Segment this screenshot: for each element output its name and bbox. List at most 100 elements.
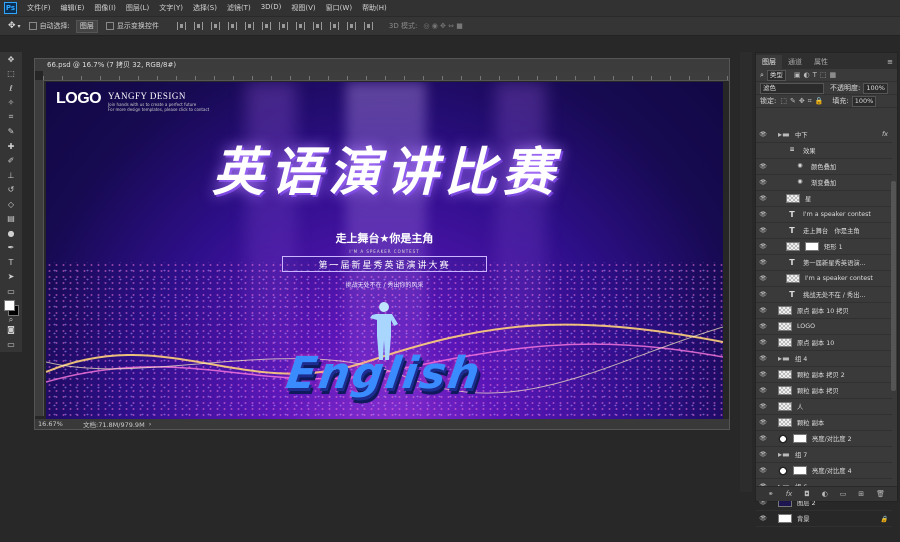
layer-row[interactable]: 👁 ▸▬ 组 4 [756, 351, 892, 367]
layer-row[interactable]: 👁 亮度/对比度 4 [756, 463, 892, 479]
visibility-eye-icon[interactable]: 👁 [756, 243, 770, 250]
menu-item[interactable]: 滤镜(T) [222, 3, 256, 13]
lock-icons[interactable]: ⬚✎✥⌗🔒 [780, 97, 826, 106]
foreground-color-swatch[interactable] [4, 300, 15, 311]
visibility-eye-icon[interactable]: 👁 [756, 195, 770, 202]
visibility-eye-icon[interactable]: 👁 [756, 355, 770, 362]
visibility-eye-icon[interactable]: 👁 [756, 467, 770, 474]
layer-mask-thumbnail[interactable] [793, 434, 807, 443]
align-vcenter-icon[interactable] [193, 22, 203, 30]
stamp-tool-icon[interactable]: ⊥ [0, 168, 22, 183]
align-hcenter-icon[interactable] [244, 22, 254, 30]
fx-icon[interactable]: fx [786, 490, 793, 498]
visibility-eye-icon[interactable]: 👁 [756, 211, 770, 218]
marquee-tool-icon[interactable]: ⬚ [0, 67, 22, 82]
opacity-input[interactable]: 100% [863, 82, 888, 94]
visibility-eye-icon[interactable]: 👁 [756, 403, 770, 410]
distribute-top-icon[interactable] [278, 22, 288, 30]
layer-row[interactable]: 👁 ◉ 渐变叠加 [756, 175, 892, 191]
adjustment-icon[interactable]: ◐ [822, 490, 828, 498]
visibility-eye-icon[interactable]: 👁 [756, 339, 770, 346]
visibility-eye-icon[interactable]: 👁 [756, 275, 770, 282]
visibility-eye-icon[interactable]: 👁 [756, 179, 770, 186]
align-top-icon[interactable] [176, 22, 186, 30]
menu-item[interactable]: 图像(I) [89, 3, 121, 13]
menu-item[interactable]: 文件(F) [22, 3, 56, 13]
visibility-eye-icon[interactable]: 👁 [756, 131, 770, 138]
layer-row[interactable]: 👁 T I'm a speaker contest [756, 207, 892, 223]
dodge-tool-icon[interactable]: ● [0, 226, 22, 241]
show-transform-checkbox[interactable] [105, 22, 114, 30]
layer-row[interactable]: 👁 T 走上舞台 你是主角 [756, 223, 892, 239]
group-icon[interactable]: ▭ [840, 490, 847, 498]
layer-row[interactable]: 👁 亮度/对比度 2 [756, 431, 892, 447]
visibility-eye-icon[interactable]: 👁 [756, 291, 770, 298]
trash-icon[interactable]: 🗑 [876, 490, 885, 498]
filter-kind-dropdown[interactable]: 类型 [766, 69, 786, 81]
visibility-eye-icon[interactable]: 👁 [756, 451, 770, 458]
align-bottom-icon[interactable] [210, 22, 220, 30]
menu-item[interactable]: 帮助(H) [357, 3, 392, 13]
distribute-left-icon[interactable] [329, 22, 339, 30]
distribute-vcenter-icon[interactable] [295, 22, 305, 30]
panel-menu-icon[interactable]: ≡ [887, 58, 893, 69]
visibility-eye-icon[interactable]: 👁 [756, 259, 770, 266]
distribute-hcenter-icon[interactable] [346, 22, 356, 30]
rectangle-tool-icon[interactable]: ▭ [0, 284, 22, 299]
mask-icon[interactable]: ◘ [804, 490, 810, 498]
tool-preset-chevron-icon[interactable]: ▾ [18, 23, 21, 30]
visibility-eye-icon[interactable]: 👁 [756, 163, 770, 170]
visibility-eye-icon[interactable]: 👁 [756, 227, 770, 234]
gradient-tool-icon[interactable]: ▤ [0, 212, 22, 227]
3d-orbit-icon[interactable]: ◎ ◉ ✥ ⇔ ■ [423, 22, 462, 30]
layer-row[interactable]: 👁 ▸▬ 中下 fx [756, 127, 892, 143]
auto-select-dropdown[interactable]: 图层 [75, 19, 98, 33]
visibility-eye-icon[interactable]: 👁 [756, 323, 770, 330]
canvas[interactable]: LOGO YANGFY DESIGN Join hands with us to… [46, 82, 723, 421]
tab-layers[interactable]: 图层 [756, 55, 782, 69]
layer-mask-thumbnail[interactable] [793, 466, 807, 475]
brush-tool-icon[interactable]: ✐ [0, 154, 22, 169]
layers-scrollbar[interactable] [891, 181, 896, 391]
layer-row[interactable]: 👁 I'm a speaker contest [756, 271, 892, 287]
menu-item[interactable]: 窗口(W) [321, 3, 357, 13]
path-select-tool-icon[interactable]: ➤ [0, 270, 22, 285]
history-brush-tool-icon[interactable]: ↺ [0, 183, 22, 198]
visibility-eye-icon[interactable]: 👁 [756, 307, 770, 314]
crop-tool-icon[interactable]: ⌗ [0, 110, 22, 125]
align-right-icon[interactable] [261, 22, 271, 30]
distribute-right-icon[interactable] [363, 22, 373, 30]
layer-row[interactable]: 👁 星 [756, 191, 892, 207]
horizontal-ruler[interactable] [43, 71, 729, 81]
document-tab[interactable]: 66.psd @ 16.7% (7 拷贝 32, RGB/8#) [35, 59, 729, 71]
photoshop-logo-icon[interactable]: Ps [4, 2, 17, 14]
eyedropper-tool-icon[interactable]: ✎ [0, 125, 22, 140]
visibility-eye-icon[interactable]: 👁 [756, 371, 770, 378]
lasso-tool-icon[interactable]: ℓ [0, 81, 22, 96]
blend-mode-dropdown[interactable]: 滤色 [760, 82, 824, 94]
visibility-eye-icon[interactable]: 👁 [756, 387, 770, 394]
layer-row[interactable]: ≡ 效果 [756, 143, 892, 159]
type-tool-icon[interactable]: T [0, 255, 22, 270]
menu-item[interactable]: 编辑(E) [56, 3, 90, 13]
align-left-icon[interactable] [227, 22, 237, 30]
visibility-eye-icon[interactable]: 👁 [756, 435, 770, 442]
layer-row[interactable]: 👁 T 第一届新星秀英语演... [756, 255, 892, 271]
layer-row[interactable]: 👁 原点 副本 10 [756, 335, 892, 351]
layer-row[interactable]: 👁 颗粒 副本 拷贝 2 [756, 367, 892, 383]
tab-channels[interactable]: 通道 [782, 55, 808, 69]
layer-row[interactable]: 👁 ◉ 颜色叠加 [756, 159, 892, 175]
fill-input[interactable]: 100% [851, 95, 877, 107]
menu-item[interactable]: 选择(S) [188, 3, 222, 13]
status-arrow-icon[interactable]: › [149, 420, 152, 428]
layer-mask-thumbnail[interactable] [805, 242, 819, 251]
layer-row[interactable]: 👁 T 挑战无处不在 / 秀出... [756, 287, 892, 303]
filter-type-icons[interactable]: ▣◐T⬚▦ [794, 71, 839, 79]
layer-row[interactable]: 👁 ▸▬ 组 7 [756, 447, 892, 463]
new-layer-icon[interactable]: ⊞ [858, 490, 864, 498]
layer-row[interactable]: 👁 人 [756, 399, 892, 415]
move-tool-icon[interactable]: ✥ [8, 21, 16, 31]
menu-item[interactable]: 文字(Y) [154, 3, 188, 13]
healing-tool-icon[interactable]: ✚ [0, 139, 22, 154]
move-tool-icon[interactable]: ✥ [0, 52, 22, 67]
